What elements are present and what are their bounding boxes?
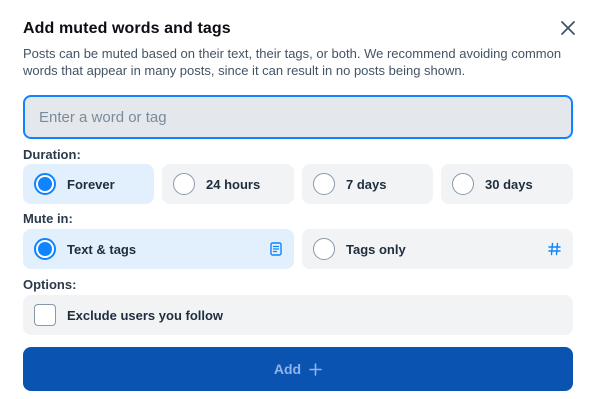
radio-unselected [452, 173, 474, 195]
exclude-following-label: Exclude users you follow [67, 307, 224, 323]
radio-unselected [313, 238, 335, 260]
mute-in-option-text-and-tags[interactable]: Text & tags [23, 229, 294, 269]
duration-option-24-hours[interactable]: 24 hours [162, 164, 294, 204]
add-button-label: Add [273, 361, 302, 377]
duration-option-label: 30 days [485, 176, 533, 192]
options-label: Options: [23, 277, 77, 292]
document-icon [270, 242, 282, 256]
mute-word-input[interactable] [23, 95, 573, 139]
mute-words-dialog: Add muted words and tags Posts can be mu… [0, 0, 596, 399]
hashtag-icon [548, 242, 561, 256]
mute-in-label: Mute in: [23, 211, 73, 226]
mute-in-option-label: Tags only [346, 241, 406, 257]
radio-unselected [313, 173, 335, 195]
duration-option-7-days[interactable]: 7 days [302, 164, 433, 204]
radio-selected [34, 238, 56, 260]
mute-in-option-label: Text & tags [67, 241, 137, 257]
add-button[interactable]: Add [23, 347, 573, 391]
duration-option-label: 7 days [346, 176, 387, 192]
close-icon [561, 21, 575, 35]
exclude-following-checkbox[interactable] [34, 304, 56, 326]
radio-unselected [173, 173, 195, 195]
duration-option-label: 24 hours [206, 176, 261, 192]
dialog-title: Add muted words and tags [23, 20, 231, 37]
duration-option-forever[interactable]: Forever [23, 164, 154, 204]
dialog-description: Posts can be muted based on their text, … [23, 46, 562, 78]
duration-option-30-days[interactable]: 30 days [441, 164, 573, 204]
plus-icon [309, 362, 322, 376]
duration-label: Duration: [23, 147, 81, 162]
close-button[interactable] [557, 17, 579, 39]
radio-selected [34, 173, 56, 195]
duration-option-label: Forever [67, 176, 115, 192]
exclude-following-checkbox-row[interactable]: Exclude users you follow [23, 295, 573, 335]
mute-in-option-tags-only[interactable]: Tags only [302, 229, 573, 269]
